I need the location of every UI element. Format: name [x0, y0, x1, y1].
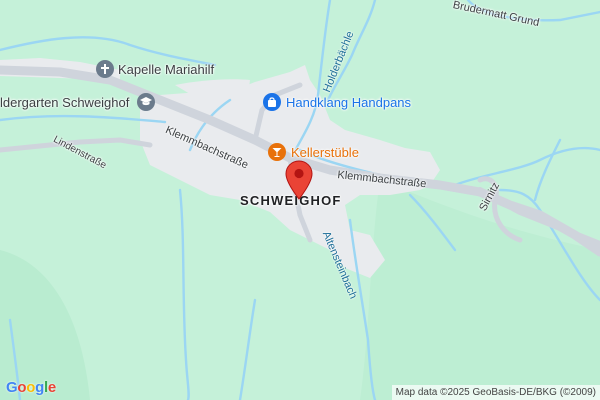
poi-label-kapelle-mariahilf[interactable]: Kapelle Mariahilf	[118, 63, 214, 76]
google-logo[interactable]: Google	[6, 379, 56, 396]
cross-icon[interactable]	[96, 60, 114, 78]
school-icon[interactable]	[137, 93, 155, 111]
poi-label-handklang-handpans[interactable]: Handklang Handpans	[286, 96, 411, 109]
cocktail-icon[interactable]	[268, 143, 286, 161]
shopping-bag-icon[interactable]	[263, 93, 281, 111]
map-pin-icon[interactable]	[285, 160, 313, 205]
poi-label-kindergarten-schweighof[interactable]: ldergarten Schweighof	[0, 96, 129, 109]
google-logo-text: Google	[6, 379, 56, 396]
map-attribution[interactable]: Map data ©2025 GeoBasis-DE/BKG (©2009)	[391, 385, 600, 400]
poi-label-kellerstuble[interactable]: Kellerstüble	[291, 146, 359, 159]
map-canvas[interactable]: Klemmbachstraße Klemmbachstraße Lindenst…	[0, 0, 600, 400]
